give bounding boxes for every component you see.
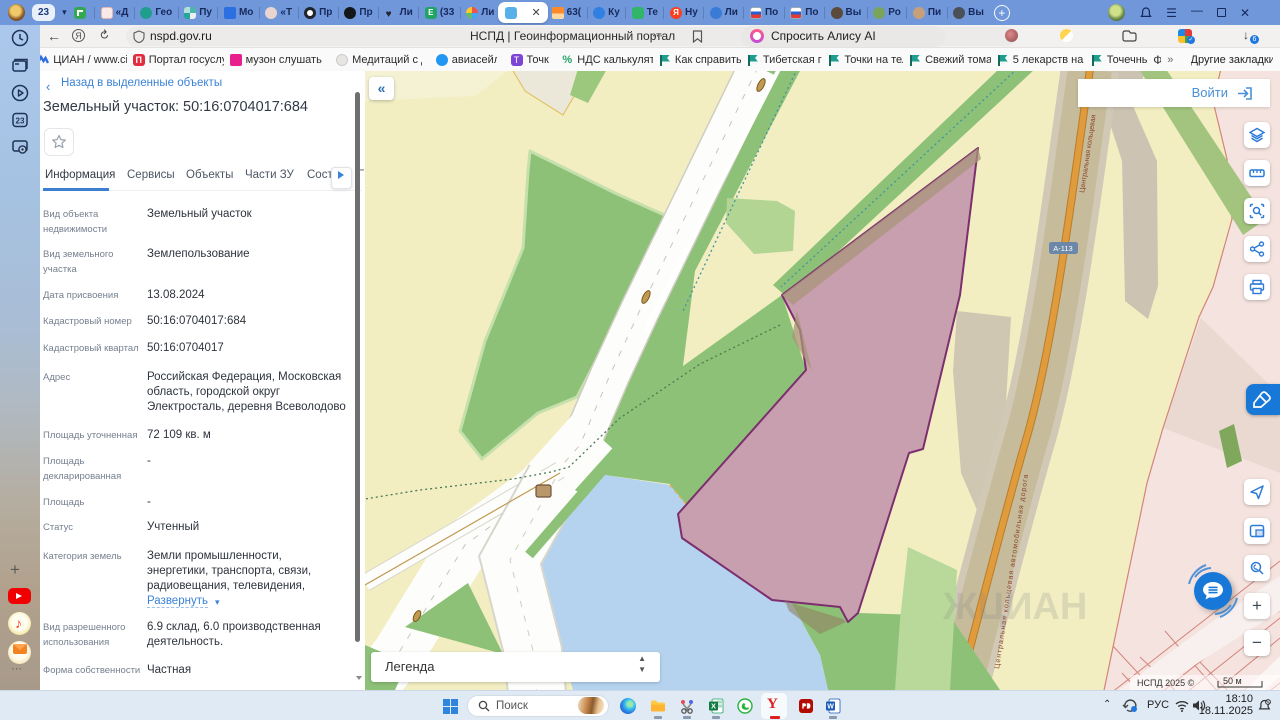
svg-text:X: X [711, 702, 716, 711]
svg-text:W: W [827, 704, 834, 711]
svg-text:✎: ✎ [1266, 700, 1270, 706]
svg-text:ЖЦИАН: ЖЦИАН [942, 586, 1087, 628]
svg-text:50 м: 50 м [1223, 676, 1242, 686]
svg-text:НСПД 2025 ©: НСПД 2025 © [1137, 678, 1195, 688]
svg-text:23: 23 [16, 117, 25, 126]
svg-text:А-113: А-113 [1053, 244, 1072, 253]
